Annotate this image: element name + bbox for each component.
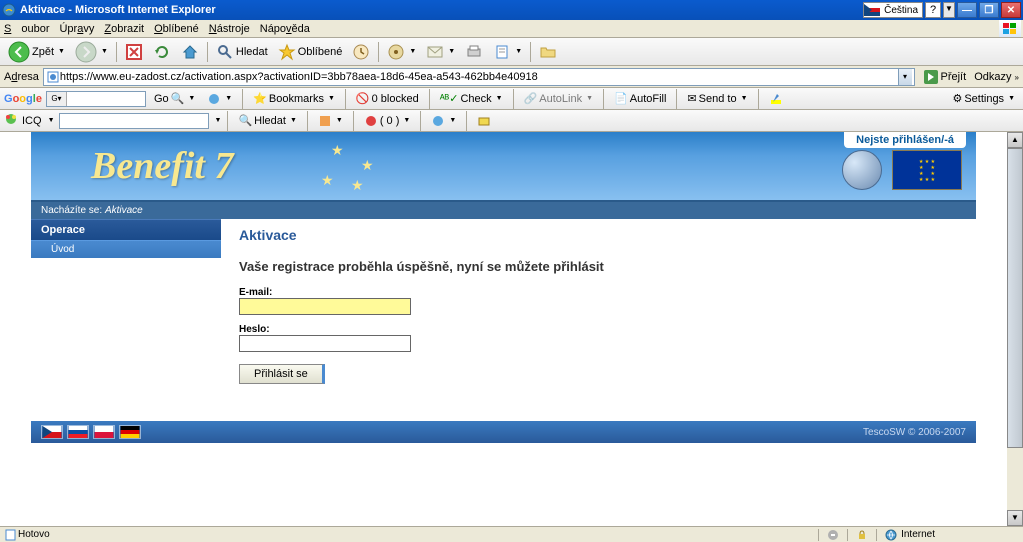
breadcrumb: Nacházíte se: Aktivace [31,202,976,219]
google-toolbar: Google G▾ Go 🔍▼ ▼ ⭐ Bookmarks▼ 🚫 0 block… [0,88,1023,110]
page-title: Aktivace [239,227,958,243]
url-input[interactable]: https://www.eu-zadost.cz/activation.aspx… [43,68,915,86]
popup-blocker-button[interactable]: 🚫 0 blocked [352,89,423,108]
menu-tools[interactable]: Nástroje [209,23,250,35]
bookmarks-button[interactable]: ⭐ Bookmarks▼ [249,89,339,108]
links-label[interactable]: Odkazy » [974,71,1019,83]
zone-text: Internet [901,529,935,540]
google-extra-button[interactable]: ▼ [203,89,236,109]
google-go-button[interactable]: Go 🔍▼ [150,89,199,108]
go-button[interactable]: Přejít [919,66,971,88]
icq-search-button[interactable]: 🔍 Hledat▼ [234,111,300,130]
product-logo: Benefit 7 [91,144,233,188]
autofill-button[interactable]: 📄 AutoFill [610,89,670,108]
scroll-up-button[interactable]: ▲ [1007,132,1023,148]
autolink-button[interactable]: 🔗 AutoLink▼ [520,89,597,108]
lock-icon [856,529,868,541]
window-titlebar: Aktivace - Microsoft Internet Explorer Č… [0,0,1023,20]
search-button[interactable]: Hledat [212,40,272,64]
lang-dropdown[interactable]: ▼ [943,2,955,18]
ministry-emblem [842,150,882,190]
footer-copyright: TescoSW © 2006-2007 [863,427,966,438]
zone-icon [885,529,897,541]
address-label: Adresa [4,71,39,83]
close-button[interactable]: ✕ [1001,2,1021,18]
login-button[interactable]: Přihlásit se [239,364,325,384]
menu-file[interactable]: Soubor [4,23,49,35]
folder-button[interactable] [535,40,561,64]
stop-button[interactable] [121,40,147,64]
google-search-input[interactable]: G▾ [46,91,146,107]
refresh-button[interactable] [149,40,175,64]
home-button[interactable] [177,40,203,64]
scroll-thumb[interactable] [1007,148,1023,448]
language-selector[interactable]: Čeština [863,2,923,18]
vertical-scrollbar[interactable]: ▲ ▼ [1007,132,1023,526]
browser-viewport: Benefit 7 ★ ★ ★ ★ Nejste přihlášen/-á Na… [0,132,1007,526]
status-bar: Hotovo Internet [0,526,1023,542]
back-button[interactable]: Zpět▼ [4,38,69,66]
page-icon [46,70,60,84]
menu-view[interactable]: Zobrazit [104,23,144,35]
google-logo: Google [4,93,42,105]
login-status: Nejste přihlášen/-á [844,132,966,148]
edit-button[interactable]: ▼ [489,40,526,64]
forward-button[interactable]: ▼ [71,38,112,66]
icq-search-input[interactable] [59,113,209,129]
email-label: E-mail: [239,287,272,298]
sidebar: Operace Úvod [31,219,221,419]
page-status-icon [4,529,18,541]
flag-pl[interactable] [93,425,115,439]
favorites-button[interactable]: Oblíbené [274,40,347,64]
email-field[interactable] [239,298,411,315]
icq-label: ICQ [22,115,42,127]
icq-toolbar: ICQ▼ ▼ 🔍 Hledat▼ ▼ ( 0 )▼ ▼ [0,110,1023,132]
sidebar-heading: Operace [31,219,221,240]
mail-button[interactable]: ▼ [422,40,459,64]
sendto-button[interactable]: ✉ Send to▼ [683,89,751,108]
google-highlight-button[interactable] [765,89,787,109]
navigation-toolbar: Zpět▼ ▼ Hledat Oblíbené ▼ ▼ ▼ [0,38,1023,66]
success-message: Vaše registrace proběhla úspěšně, nyní s… [239,259,958,274]
password-field[interactable] [239,335,411,352]
menu-bar: Soubor Úpravy Zobrazit Oblíbené Nástroje… [0,20,1023,38]
menu-edit[interactable]: Úpravy [59,23,94,35]
icq-tool3-button[interactable] [473,111,495,131]
site-footer: TescoSW © 2006-2007 [31,421,976,443]
status-text: Hotovo [18,529,50,540]
password-label: Heslo: [239,324,270,335]
eu-flag [892,150,962,190]
flag-cz[interactable] [41,425,63,439]
icq-tool2-button[interactable]: ▼ [427,111,460,131]
flag-sk[interactable] [67,425,89,439]
window-title: Aktivace - Microsoft Internet Explorer [20,4,863,16]
print-button[interactable] [461,40,487,64]
icq-input-dd[interactable]: ▼ [213,117,222,124]
menu-favorites[interactable]: Oblíbené [154,23,199,35]
flag-de[interactable] [119,425,141,439]
sidebar-item-uvod[interactable]: Úvod [31,240,221,258]
icq-notify-button[interactable]: ( 0 )▼ [360,111,415,131]
spellcheck-button[interactable]: ᴬᴮ✓ Check▼ [436,89,507,108]
icq-tool1-button[interactable]: ▼ [314,111,347,131]
icq-logo [4,112,18,129]
history-button[interactable] [348,40,374,64]
main-content: Aktivace Vaše registrace proběhla úspěšn… [221,219,976,419]
site-banner: Benefit 7 ★ ★ ★ ★ Nejste přihlášen/-á [31,132,976,202]
minimize-button[interactable]: — [957,2,977,18]
maximize-button[interactable]: ❐ [979,2,999,18]
scroll-down-button[interactable]: ▼ [1007,510,1023,526]
url-dropdown[interactable]: ▾ [898,69,912,85]
menu-help[interactable]: Nápověda [260,23,310,35]
windows-flag-icon [999,20,1021,37]
google-search-scope[interactable]: G▾ [47,92,67,106]
ie-icon [2,3,16,17]
address-bar: Adresa https://www.eu-zadost.cz/activati… [0,66,1023,88]
privacy-icon [827,529,839,541]
help-button[interactable]: ? [925,2,941,18]
google-settings-button[interactable]: ⚙ Settings▼ [948,89,1019,108]
media-button[interactable]: ▼ [383,40,420,64]
